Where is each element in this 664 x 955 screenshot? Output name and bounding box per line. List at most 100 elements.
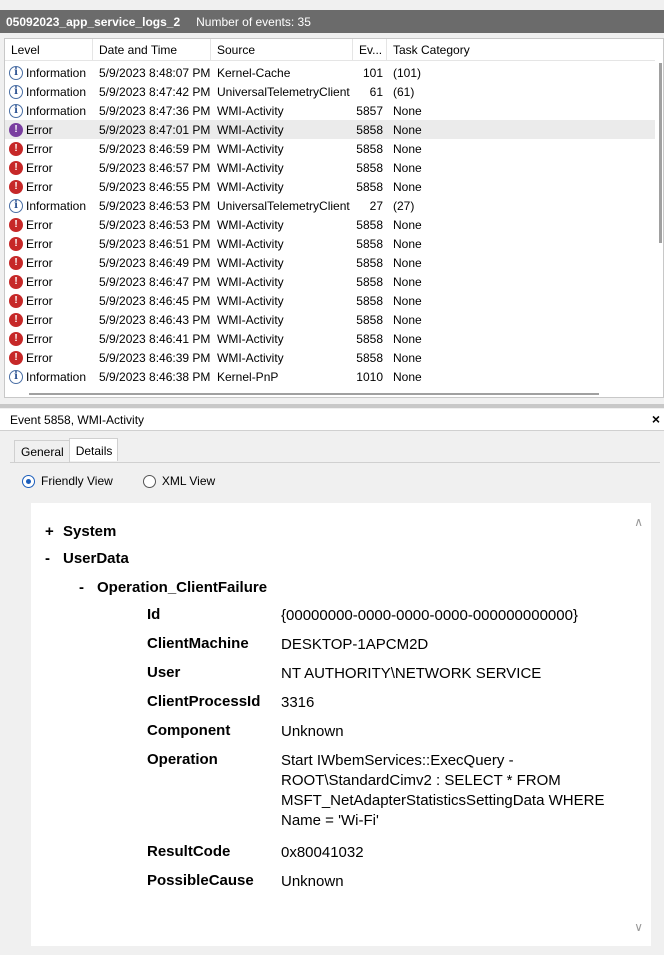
event-id: 5858: [356, 293, 383, 308]
event-row[interactable]: ! Error 5/9/2023 8:46:53 PM WMI-Activity 585…: [5, 215, 657, 234]
grid-horizontal-scrollbar[interactable]: [5, 389, 657, 397]
event-date: 5/9/2023 8:46:51 PM: [99, 236, 211, 251]
event-row[interactable]: i Information 5/9/2023 8:48:07 PM Kernel-Ca…: [5, 63, 657, 82]
event-row[interactable]: ! Error 5/9/2023 8:46:49 PM WMI-Activity 585…: [5, 253, 657, 272]
event-row[interactable]: ! Error 5/9/2023 8:47:01 PM WMI-Activity 585…: [5, 120, 657, 139]
event-id: 5858: [356, 122, 383, 137]
event-level-label: Error: [26, 350, 53, 365]
event-source: WMI-Activity: [217, 331, 284, 346]
event-source: Kernel-Cache: [217, 65, 291, 80]
pane-splitter[interactable]: [0, 404, 664, 408]
information-icon: i: [9, 84, 23, 99]
event-level-label: Information: [26, 65, 87, 80]
event-row[interactable]: ! Error 5/9/2023 8:46:57 PM WMI-Activity 585…: [5, 158, 657, 177]
event-id: 27: [369, 198, 383, 213]
scrollbar-thumb[interactable]: [659, 63, 662, 243]
field-value: Unknown: [281, 723, 344, 740]
event-row[interactable]: ! Error 5/9/2023 8:46:59 PM WMI-Activity 585…: [5, 139, 657, 158]
event-id: 5858: [356, 350, 383, 365]
collapse-icon[interactable]: -: [79, 579, 97, 596]
event-row[interactable]: i Information 5/9/2023 8:47:36 PM WMI-Activ…: [5, 101, 657, 120]
scroll-down-icon[interactable]: ∨: [634, 920, 643, 934]
column-level[interactable]: Level: [5, 39, 93, 61]
tree-node-operation-clientfailure[interactable]: - Operation_ClientFailure: [79, 579, 267, 596]
xml-view-radio[interactable]: [142, 474, 156, 488]
event-level: i Information: [5, 369, 93, 384]
column-event-id[interactable]: Ev...: [353, 39, 387, 61]
event-date: 5/9/2023 8:46:47 PM: [99, 274, 211, 289]
tree-node-system[interactable]: + System: [45, 523, 116, 540]
log-title-bar: 05092023_app_service_logs_2 Number of ev…: [0, 10, 664, 33]
error-icon: !: [9, 141, 23, 156]
event-level-label: Error: [26, 141, 53, 156]
event-date: 5/9/2023 8:46:45 PM: [99, 293, 211, 308]
tab-details[interactable]: Details: [68, 438, 119, 461]
event-level-label: Information: [26, 84, 87, 99]
event-id: 61: [369, 84, 383, 99]
event-row[interactable]: ! Error 5/9/2023 8:46:39 PM WMI-Activity 585…: [5, 348, 657, 367]
event-row[interactable]: i Information 5/9/2023 8:47:42 PM Universal…: [5, 82, 657, 101]
event-row[interactable]: i Information 5/9/2023 8:46:53 PM Universal…: [5, 196, 657, 215]
event-task-category: (27): [393, 198, 415, 213]
tab-general[interactable]: General: [14, 440, 70, 462]
grid-vertical-scrollbar[interactable]: [655, 39, 663, 397]
event-id: 5858: [356, 160, 383, 175]
event-task-category: (101): [393, 65, 422, 80]
event-row[interactable]: ! Error 5/9/2023 8:46:47 PM WMI-Activity 585…: [5, 272, 657, 291]
event-task-category: None: [393, 236, 422, 251]
event-task-category: None: [393, 217, 422, 232]
error-icon: !: [9, 255, 23, 270]
event-source: WMI-Activity: [217, 179, 284, 194]
scroll-up-icon[interactable]: ∧: [634, 515, 643, 529]
close-icon[interactable]: ×: [652, 411, 660, 427]
xml-view-option[interactable]: XML View: [142, 474, 215, 488]
information-icon: i: [9, 103, 23, 118]
event-date: 5/9/2023 8:47:36 PM: [99, 103, 211, 118]
event-row[interactable]: i Information 5/9/2023 8:46:38 PM Kernel-Pn…: [5, 367, 657, 386]
event-level-label: Error: [26, 293, 53, 308]
collapse-icon[interactable]: -: [45, 550, 63, 567]
event-id: 5858: [356, 179, 383, 194]
information-icon: i: [9, 65, 23, 80]
scrollbar-thumb[interactable]: [29, 393, 599, 395]
event-date: 5/9/2023 8:48:07 PM: [99, 65, 211, 80]
error-icon: !: [9, 122, 23, 137]
tree-node-userdata[interactable]: - UserData: [45, 550, 129, 567]
tree-node-label: UserData: [63, 550, 129, 567]
event-level-label: Information: [26, 369, 87, 384]
event-level: ! Error: [5, 236, 93, 251]
event-date: 5/9/2023 8:46:55 PM: [99, 179, 211, 194]
event-task-category: None: [393, 369, 422, 384]
event-level: ! Error: [5, 312, 93, 327]
event-row[interactable]: ! Error 5/9/2023 8:46:43 PM WMI-Activity 585…: [5, 310, 657, 329]
column-date[interactable]: Date and Time: [93, 39, 211, 61]
event-row[interactable]: ! Error 5/9/2023 8:46:51 PM WMI-Activity 585…: [5, 234, 657, 253]
event-level-label: Error: [26, 331, 53, 346]
field-key: User: [147, 664, 181, 681]
event-level: ! Error: [5, 179, 93, 194]
event-row[interactable]: ! Error 5/9/2023 8:46:45 PM WMI-Activity 585…: [5, 291, 657, 310]
field-key: ResultCode: [147, 843, 231, 860]
tree-node-label: Operation_ClientFailure: [97, 579, 268, 596]
event-task-category: None: [393, 179, 422, 194]
event-task-category: (61): [393, 84, 415, 99]
friendly-view-radio[interactable]: [22, 474, 35, 488]
event-date: 5/9/2023 8:46:59 PM: [99, 141, 211, 156]
event-level: ! Error: [5, 160, 93, 175]
log-name: 05092023_app_service_logs_2: [6, 14, 181, 29]
event-id: 5858: [356, 331, 383, 346]
events-grid[interactable]: Level Date and Time Source Ev... Task Ca…: [4, 38, 664, 398]
expand-icon[interactable]: +: [45, 523, 63, 540]
event-task-category: None: [393, 255, 422, 270]
error-icon: !: [9, 217, 23, 232]
column-task-category[interactable]: Task Category: [387, 39, 507, 61]
event-level-label: Error: [26, 179, 53, 194]
field-key: PossibleCause: [147, 872, 254, 889]
event-id: 1010: [356, 369, 383, 384]
event-detail-title: Event 5858, WMI-Activity: [10, 412, 145, 427]
event-level: i Information: [5, 198, 93, 213]
friendly-view-option[interactable]: Friendly View: [22, 474, 113, 488]
event-row[interactable]: ! Error 5/9/2023 8:46:55 PM WMI-Activity 585…: [5, 177, 657, 196]
event-row[interactable]: ! Error 5/9/2023 8:46:41 PM WMI-Activity 585…: [5, 329, 657, 348]
column-source[interactable]: Source: [211, 39, 353, 61]
